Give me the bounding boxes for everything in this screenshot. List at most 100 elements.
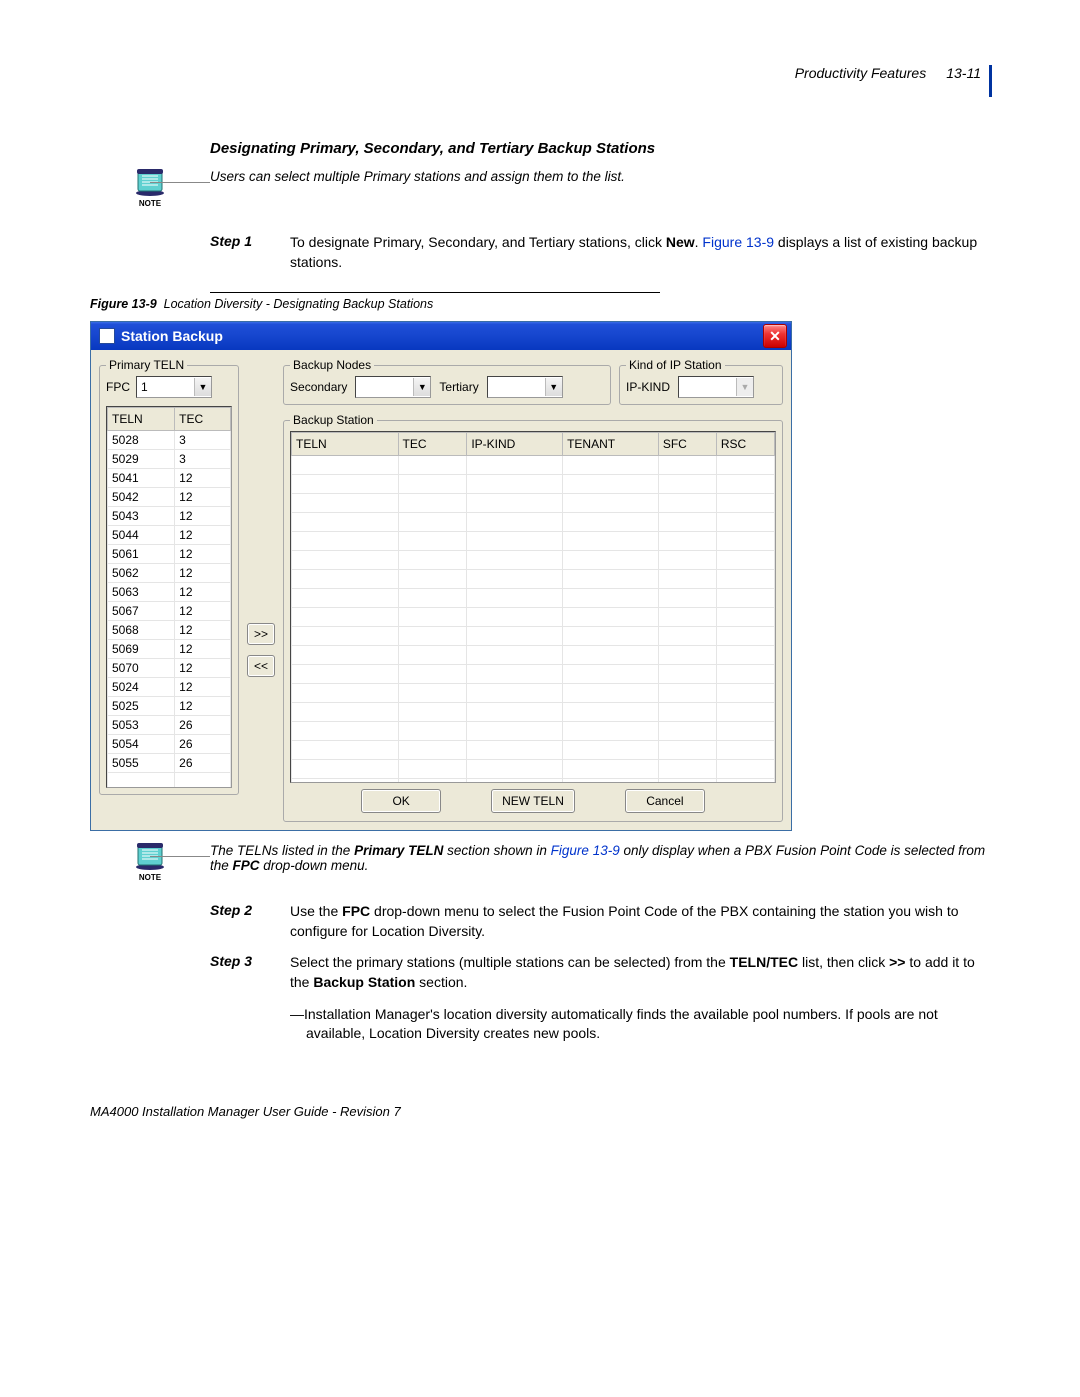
table-row[interactable] bbox=[292, 532, 775, 551]
remove-button[interactable]: << bbox=[247, 655, 275, 677]
table-row[interactable] bbox=[108, 773, 231, 789]
table-row[interactable]: 506912 bbox=[108, 640, 231, 659]
dialog-title: Station Backup bbox=[121, 328, 223, 344]
table-row[interactable]: 506112 bbox=[108, 545, 231, 564]
table-row[interactable] bbox=[292, 513, 775, 532]
chevron-down-icon: ▼ bbox=[194, 378, 211, 396]
sub-bullet: —Installation Manager's location diversi… bbox=[290, 1005, 990, 1044]
window-icon bbox=[99, 328, 115, 344]
add-button[interactable]: >> bbox=[247, 623, 275, 645]
dialog-titlebar: Station Backup ✕ bbox=[91, 322, 791, 350]
table-row[interactable] bbox=[292, 627, 775, 646]
table-row[interactable] bbox=[292, 570, 775, 589]
backup-station-group: Backup Station TELNTECIP-KINDTENANTSFCRS… bbox=[283, 413, 783, 822]
note-icon-wrap: NOTE bbox=[90, 167, 210, 208]
step-1-text: To designate Primary, Secondary, and Ter… bbox=[290, 233, 990, 272]
table-row[interactable]: 506712 bbox=[108, 602, 231, 621]
table-header[interactable]: TELN bbox=[108, 408, 175, 431]
close-icon: ✕ bbox=[769, 328, 781, 345]
table-row[interactable]: 506312 bbox=[108, 583, 231, 602]
header-page-num: 13-11 bbox=[946, 65, 981, 81]
note-line bbox=[150, 182, 210, 183]
note-label: NOTE bbox=[90, 199, 210, 208]
header-section: Productivity Features bbox=[795, 65, 927, 81]
chevron-down-icon: ▼ bbox=[413, 378, 430, 396]
table-row[interactable] bbox=[292, 665, 775, 684]
step-1-label: Step 1 bbox=[210, 233, 290, 272]
note-2-text: The TELNs listed in the Primary TELN sec… bbox=[210, 841, 990, 873]
table-row[interactable]: 505326 bbox=[108, 716, 231, 735]
table-row[interactable] bbox=[292, 684, 775, 703]
table-header[interactable]: IP-KIND bbox=[467, 433, 563, 456]
table-row[interactable]: 505426 bbox=[108, 735, 231, 754]
table-row[interactable]: 50283 bbox=[108, 431, 231, 450]
cancel-button[interactable]: Cancel bbox=[625, 789, 705, 813]
primary-teln-legend: Primary TELN bbox=[106, 358, 187, 372]
secondary-label: Secondary bbox=[290, 380, 347, 394]
table-header[interactable]: TENANT bbox=[563, 433, 659, 456]
step-3-label: Step 3 bbox=[210, 953, 290, 992]
table-row[interactable] bbox=[292, 494, 775, 513]
table-row[interactable] bbox=[292, 551, 775, 570]
ipkind-select: ▼ bbox=[678, 376, 754, 398]
ipkind-label: IP-KIND bbox=[626, 380, 670, 394]
table-header[interactable]: TEC bbox=[175, 408, 231, 431]
table-row[interactable] bbox=[292, 456, 775, 475]
note-1-text: Users can select multiple Primary statio… bbox=[210, 167, 990, 184]
table-row[interactable] bbox=[292, 608, 775, 627]
new-teln-button[interactable]: NEW TELN bbox=[491, 789, 575, 813]
page-footer: MA4000 Installation Manager User Guide -… bbox=[90, 1104, 990, 1119]
table-row[interactable]: 504412 bbox=[108, 526, 231, 545]
figure-rule bbox=[210, 292, 660, 293]
table-header[interactable]: RSC bbox=[716, 433, 774, 456]
figure-caption: Figure 13-9 Location Diversity - Designa… bbox=[90, 297, 990, 311]
backup-station-table[interactable]: TELNTECIP-KINDTENANTSFCRSC bbox=[290, 431, 776, 783]
chevron-down-icon: ▼ bbox=[736, 378, 753, 396]
backup-station-legend: Backup Station bbox=[290, 413, 377, 427]
table-header[interactable]: TELN bbox=[292, 433, 398, 456]
table-row[interactable] bbox=[292, 646, 775, 665]
tertiary-label: Tertiary bbox=[439, 380, 478, 394]
step-2-text: Use the FPC drop-down menu to select the… bbox=[290, 902, 990, 941]
table-row[interactable]: 506212 bbox=[108, 564, 231, 583]
kind-ip-group: Kind of IP Station IP-KIND ▼ bbox=[619, 358, 783, 405]
table-row[interactable]: 502412 bbox=[108, 678, 231, 697]
table-row[interactable]: 504112 bbox=[108, 469, 231, 488]
kind-ip-legend: Kind of IP Station bbox=[626, 358, 725, 372]
figure-link[interactable]: Figure 13-9 bbox=[702, 234, 774, 250]
step-2: Step 2 Use the FPC drop-down menu to sel… bbox=[210, 902, 990, 941]
table-row[interactable] bbox=[292, 741, 775, 760]
table-row[interactable] bbox=[292, 589, 775, 608]
table-row[interactable]: 50293 bbox=[108, 450, 231, 469]
primary-teln-group: Primary TELN FPC 1 ▼ TELNTEC 50283502935… bbox=[99, 358, 239, 795]
backup-nodes-legend: Backup Nodes bbox=[290, 358, 374, 372]
ok-button[interactable]: OK bbox=[361, 789, 441, 813]
table-header[interactable]: TEC bbox=[398, 433, 467, 456]
figure-link[interactable]: Figure 13-9 bbox=[551, 843, 620, 858]
note-label: NOTE bbox=[90, 873, 210, 882]
table-row[interactable]: 507012 bbox=[108, 659, 231, 678]
page-header: Productivity Features 13-11 bbox=[795, 65, 992, 97]
secondary-select[interactable]: ▼ bbox=[355, 376, 431, 398]
close-button[interactable]: ✕ bbox=[763, 324, 787, 348]
table-header[interactable]: SFC bbox=[658, 433, 716, 456]
step-3-text: Select the primary stations (multiple st… bbox=[290, 953, 990, 992]
table-row[interactable]: 504212 bbox=[108, 488, 231, 507]
table-row[interactable] bbox=[292, 722, 775, 741]
table-row[interactable]: 502512 bbox=[108, 697, 231, 716]
note-line bbox=[150, 856, 210, 857]
table-row[interactable]: 504312 bbox=[108, 507, 231, 526]
table-row[interactable]: 505526 bbox=[108, 754, 231, 773]
table-row[interactable] bbox=[292, 475, 775, 494]
fpc-label: FPC bbox=[106, 380, 130, 394]
primary-teln-table[interactable]: TELNTEC 50283502935041125042125043125044… bbox=[106, 406, 232, 788]
table-row[interactable] bbox=[292, 703, 775, 722]
table-row[interactable]: 506812 bbox=[108, 621, 231, 640]
tertiary-select[interactable]: ▼ bbox=[487, 376, 563, 398]
station-backup-dialog: Station Backup ✕ Primary TELN FPC 1 ▼ bbox=[90, 321, 792, 831]
note-icon-wrap: NOTE bbox=[90, 841, 210, 882]
table-row[interactable] bbox=[292, 760, 775, 779]
step-2-label: Step 2 bbox=[210, 902, 290, 941]
backup-nodes-group: Backup Nodes Secondary ▼ Tertiary ▼ bbox=[283, 358, 611, 405]
fpc-select[interactable]: 1 ▼ bbox=[136, 376, 212, 398]
